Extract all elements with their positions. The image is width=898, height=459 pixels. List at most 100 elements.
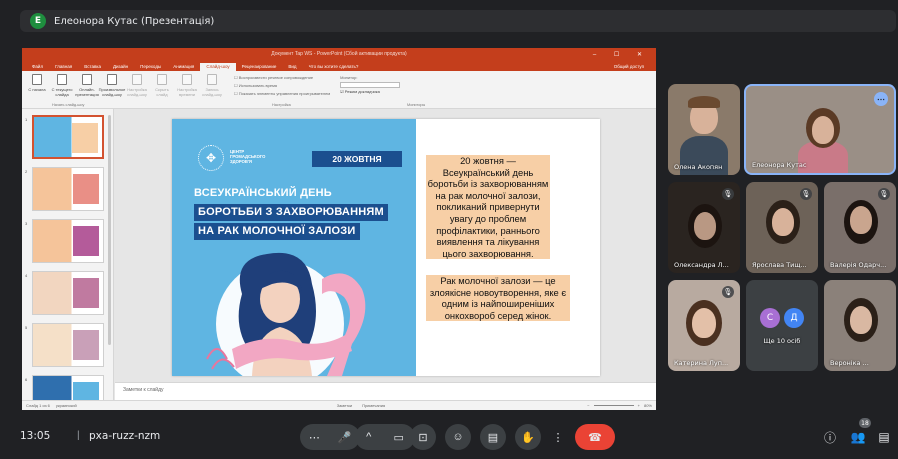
mic-options-icon[interactable]: ⋯ xyxy=(309,431,320,444)
camera-options-icon[interactable]: ^ xyxy=(366,431,371,443)
ribbon-button-icon xyxy=(107,74,117,85)
zoom-slider[interactable] xyxy=(593,405,634,406)
thumbnail-scrollbar[interactable] xyxy=(108,115,111,345)
group-setup-label: Настройка xyxy=(272,103,291,107)
ribbon-checkbox[interactable]: Показать элементы управления проигрывате… xyxy=(234,90,330,98)
ribbon-tab[interactable]: Переходы xyxy=(134,63,167,71)
chat-button[interactable]: ▤ xyxy=(873,426,895,448)
mic-icon[interactable]: 🎤 xyxy=(337,431,351,444)
zoom-control[interactable]: − + 80% xyxy=(587,403,652,408)
ribbon-tab[interactable]: Что вы хотите сделать? xyxy=(303,63,365,71)
thumbnail-number: 5 xyxy=(25,325,28,330)
leave-call-button[interactable]: ☎ xyxy=(575,424,615,450)
language-indicator[interactable]: украинский xyxy=(56,403,77,408)
ribbon-button[interactable]: Запись слайд-шоу xyxy=(201,74,223,105)
notes-toggle[interactable]: Заметки xyxy=(337,403,352,408)
chat-icon: ▤ xyxy=(878,430,890,444)
thumbnail-content xyxy=(73,226,99,256)
slide-thumbnail[interactable] xyxy=(32,323,104,367)
ribbon-button-label: Произвольное слайд-шоу xyxy=(98,87,126,97)
more-options-button[interactable]: ⋮ xyxy=(548,424,568,450)
status-bar: Слайд 1 из 6 украинский Заметки Примечан… xyxy=(22,400,656,410)
more-options-icon[interactable]: ⋯ xyxy=(874,92,888,106)
ribbon-tab[interactable]: Вид xyxy=(282,63,302,71)
ribbon-button-icon xyxy=(157,74,167,85)
ribbon-button[interactable]: Онлайн-презентация xyxy=(75,74,99,105)
ribbon-tab[interactable]: Главная xyxy=(49,63,78,71)
participant-tile[interactable]: 🎙 Валерія Одарч... xyxy=(824,182,896,273)
presenter-bar: Е Елеонора Кутас (Презентація) xyxy=(20,10,896,32)
slide-thumbnail[interactable] xyxy=(32,271,104,315)
ppt-ribbon: С начала С текущего слайда Онлайн-презента… xyxy=(22,71,656,109)
comments-toggle[interactable]: Примечания xyxy=(362,403,385,408)
ribbon-button-label: Скрыть слайд xyxy=(155,87,169,97)
ribbon-button[interactable]: С начала xyxy=(26,74,48,105)
slide-thumbnails: 1 2 3 4 5 6 xyxy=(22,109,114,400)
participant-tile[interactable]: Вероніка ... xyxy=(824,280,896,371)
others-label: Ще 10 осіб xyxy=(763,337,801,345)
shared-screen[interactable]: Документ Tap WS - PowerPoint (Сбой актив… xyxy=(22,48,656,410)
ribbon-button[interactable]: Произвольное слайд-шоу xyxy=(98,74,126,105)
info-icon: ⓘ xyxy=(823,430,836,445)
zoom-out-icon[interactable]: − xyxy=(587,403,589,408)
person-hair xyxy=(688,96,720,108)
ribbon-button[interactable]: Настройка времени xyxy=(176,74,198,105)
present-button[interactable]: ⊡ xyxy=(410,424,436,450)
slide-text-box-1: 20 жовтня — Всеукраїнський день боротьби… xyxy=(426,155,550,260)
others-avatars: СД xyxy=(746,308,818,328)
ribbon-tab[interactable]: Слайд-шоу xyxy=(200,63,236,71)
participant-name: Олександра Л... xyxy=(674,261,729,269)
captions-button[interactable]: ▤ xyxy=(480,424,506,450)
monitor-label: Монитор: xyxy=(340,75,358,80)
thumbnail-number: 1 xyxy=(25,117,28,122)
ribbon-button-icon xyxy=(57,74,67,85)
zoom-in-icon[interactable]: + xyxy=(638,403,640,408)
raise-hand-button[interactable]: ✋ xyxy=(515,424,541,450)
participant-tile[interactable]: 🎙 Олександра Л... xyxy=(668,182,740,273)
thumbnail-number: 6 xyxy=(25,377,28,382)
notes-pane[interactable]: Заметки к слайду xyxy=(115,382,656,400)
slide-thumbnail[interactable] xyxy=(32,115,104,159)
camera-control[interactable]: ^ ▭ xyxy=(355,424,415,450)
ribbon-checkbox[interactable]: Воспроизвести речевое сопровождение xyxy=(234,74,330,82)
participant-tile[interactable]: 🎙 Ярослава Тищ... xyxy=(746,182,818,273)
zoom-level: 80% xyxy=(643,403,652,408)
ribbon-checkbox[interactable]: Использовать время xyxy=(234,82,330,90)
participant-tile[interactable]: Олена Акопян xyxy=(668,84,740,175)
presenter-view-label: Режим докладчика xyxy=(344,89,380,94)
thumbnail-content xyxy=(73,382,99,400)
mic-control[interactable]: ⋯ 🎤 xyxy=(300,424,360,450)
slide-thumbnail[interactable] xyxy=(32,167,104,211)
participant-avatar: Д xyxy=(784,308,804,328)
ribbon-tab[interactable]: Файл xyxy=(26,63,49,71)
presenter-avatar: Е xyxy=(30,13,46,29)
ribbon-tab[interactable]: Вставка xyxy=(78,63,107,71)
thumbnail-content xyxy=(73,278,99,308)
others-tile[interactable]: СД Ще 10 осіб xyxy=(746,280,818,371)
ribbon-button-icon xyxy=(132,74,142,85)
current-slide: ✥ ЦЕНТР ГРОМАДСЬКОГО ЗДОРОВ'Я 20 ЖОВТНЯ … xyxy=(172,119,600,376)
people-button[interactable]: 👥 xyxy=(847,426,869,448)
ribbon-button-label: С начала xyxy=(28,87,46,92)
ribbon-tab[interactable]: Дизайн xyxy=(107,63,134,71)
hand-icon: ✋ xyxy=(521,431,535,444)
woman-ribbon-illustration xyxy=(206,252,366,376)
reactions-button[interactable]: ☺ xyxy=(445,424,471,450)
participant-tile[interactable]: 🎙 Катерина Луп... xyxy=(668,280,740,371)
ribbon-button[interactable]: С текущего слайда xyxy=(51,74,73,105)
presenter-view-toggle[interactable]: ☑ Режим докладчика xyxy=(340,88,400,96)
monitor-group: Монитор: ☑ Режим докладчика xyxy=(340,74,401,105)
participant-tile-active[interactable]: ⋯ Елеонора Кутас xyxy=(744,84,896,175)
ribbon-tab[interactable]: Анимация xyxy=(167,63,200,71)
slide-thumbnail[interactable] xyxy=(32,375,104,400)
share-button[interactable]: Общий доступ xyxy=(608,63,650,71)
camera-icon[interactable]: ▭ xyxy=(393,431,403,444)
ribbon-tab[interactable]: Рецензирование xyxy=(236,63,283,71)
slide-poster: ✥ ЦЕНТР ГРОМАДСЬКОГО ЗДОРОВ'Я 20 ЖОВТНЯ … xyxy=(172,119,416,376)
ribbon-button-group: С начала С текущего слайда Онлайн-презента… xyxy=(26,74,226,105)
ribbon-button[interactable]: Настройка слайд-шоу xyxy=(126,74,148,105)
meeting-info-button[interactable]: ⓘ xyxy=(819,426,841,448)
participant-name: Ярослава Тищ... xyxy=(752,261,807,269)
slide-thumbnail[interactable] xyxy=(32,219,104,263)
ribbon-button[interactable]: Скрыть слайд xyxy=(151,74,173,105)
